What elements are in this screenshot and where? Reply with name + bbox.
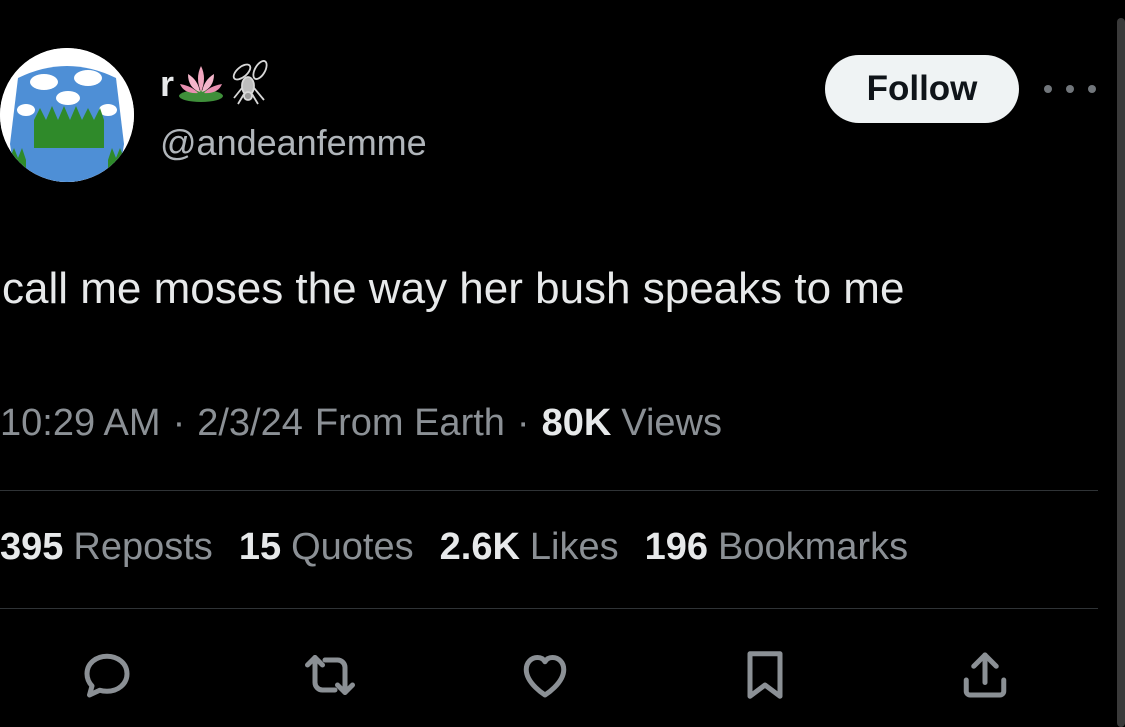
stat-number: 15 — [238, 526, 282, 568]
like-icon — [523, 655, 567, 698]
stat-number: 395 — [0, 526, 64, 568]
stat-label: Reposts — [73, 526, 213, 568]
dot — [1044, 85, 1052, 93]
engagement-stats: 395 Reposts 15 Quotes 2.6K Likes 196 Boo… — [0, 526, 934, 569]
display-name[interactable]: r — [160, 66, 174, 102]
separator: · — [172, 402, 186, 444]
likes-stat[interactable]: 2.6K Likes — [440, 526, 619, 569]
bookmarks-stat[interactable]: 196 Bookmarks — [645, 526, 908, 569]
stat-number: 196 — [644, 526, 709, 568]
views-count: 80K — [541, 402, 612, 444]
avatar[interactable] — [0, 48, 134, 182]
author-name-row[interactable]: r — [160, 58, 274, 110]
reply-icon — [84, 653, 130, 698]
scrollbar[interactable] — [1117, 18, 1125, 727]
tweet-text: call me moses the way her bush speaks to… — [2, 264, 905, 313]
sweater-clouds-avatar — [0, 48, 134, 182]
bookmark-button[interactable] — [730, 640, 800, 710]
tweet-time[interactable]: 10:29 AM — [0, 402, 161, 445]
action-bar — [0, 640, 1098, 710]
dot — [1066, 85, 1074, 93]
share-button[interactable] — [950, 640, 1020, 710]
views-label: Views — [621, 402, 722, 444]
bookmark-icon — [747, 651, 783, 699]
author-handle[interactable]: @andeanfemme — [160, 122, 427, 164]
reply-button[interactable] — [72, 640, 142, 710]
lotus-icon — [176, 60, 226, 109]
tweet-meta: 10:29 AM · 2/3/24 From Earth · 80K Views — [0, 402, 722, 445]
reposts-stat[interactable]: 395 Reposts — [0, 526, 213, 569]
divider — [0, 608, 1098, 609]
quotes-stat[interactable]: 15 Quotes — [239, 526, 414, 569]
divider — [0, 490, 1098, 491]
repost-icon — [305, 655, 355, 695]
stat-label: Quotes — [291, 526, 414, 568]
dot — [1088, 85, 1096, 93]
share-icon — [963, 652, 1007, 698]
like-button[interactable] — [510, 640, 580, 710]
stat-label: Likes — [529, 526, 619, 568]
stat-label: Bookmarks — [718, 526, 909, 568]
fly-icon — [228, 58, 274, 111]
stat-number: 2.6K — [439, 526, 520, 568]
separator: · — [516, 402, 530, 444]
tweet-source: From Earth — [314, 402, 505, 444]
repost-button[interactable] — [295, 640, 365, 710]
tweet-date[interactable]: 2/3/24 — [197, 402, 303, 445]
more-options-icon[interactable] — [1044, 76, 1096, 102]
follow-button[interactable]: Follow — [825, 55, 1019, 123]
